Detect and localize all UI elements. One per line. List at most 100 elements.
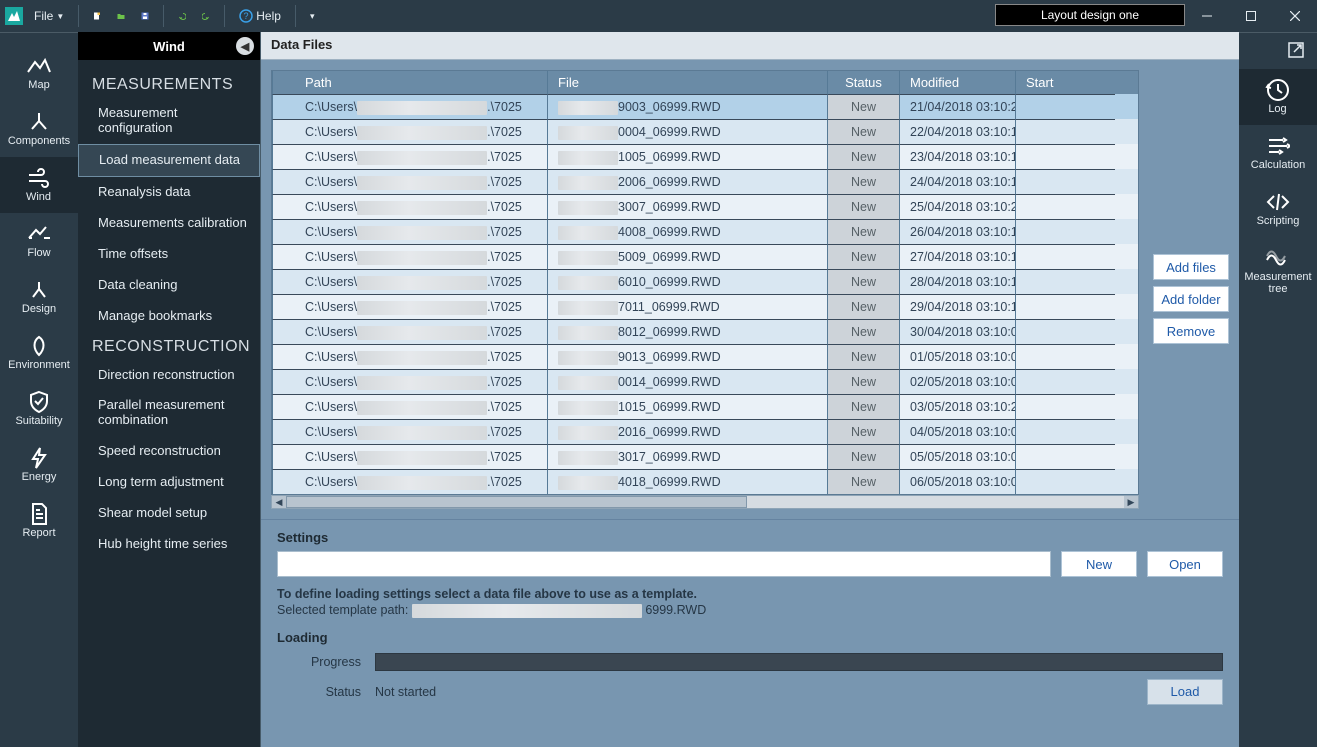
data-files-table: Path File Status Modified Start C:\Users… — [271, 70, 1139, 495]
add-files-button[interactable]: Add files — [1153, 254, 1229, 280]
table-row[interactable]: C:\Users\.\70251005_06999.RWDNew23/04/20… — [272, 144, 1138, 169]
side-item-meas-cal[interactable]: Measurements calibration — [78, 208, 260, 239]
table-body[interactable]: C:\Users\.\70259003_06999.RWDNew21/04/20… — [272, 94, 1138, 494]
loading-heading: Loading — [277, 630, 1223, 645]
file-menu[interactable]: File ▼ — [28, 6, 70, 26]
side-panel-header: Wind ◀ — [78, 32, 260, 60]
table-row[interactable]: C:\Users\.\70254018_06999.RWDNew06/05/20… — [272, 469, 1138, 494]
rail-item-report[interactable]: Report — [0, 493, 78, 549]
side-item-speed-recon[interactable]: Speed reconstruction — [78, 436, 260, 467]
rail-item-design[interactable]: Design — [0, 269, 78, 325]
side-item-dir-recon[interactable]: Direction reconstruction — [78, 360, 260, 391]
side-item-time-offsets[interactable]: Time offsets — [78, 239, 260, 270]
col-modified[interactable]: Modified — [899, 71, 1015, 94]
rail-item-flow[interactable]: Flow — [0, 213, 78, 269]
side-item-load-meas[interactable]: Load measurement data — [78, 144, 260, 177]
rail-item-label: Components — [8, 135, 70, 147]
rail-item-label: Suitability — [15, 415, 62, 427]
table-row[interactable]: C:\Users\.\70256010_06999.RWDNew28/04/20… — [272, 269, 1138, 294]
environment-icon — [25, 335, 53, 357]
save-icon[interactable] — [135, 6, 155, 26]
cell-status: New — [827, 394, 899, 419]
cell-status: New — [827, 169, 899, 194]
rail-item-suitability[interactable]: Suitability — [0, 381, 78, 437]
col-status[interactable]: Status — [827, 71, 899, 94]
cell-path: C:\Users\.\7025 — [272, 94, 547, 119]
pop-out-icon[interactable] — [1287, 41, 1309, 63]
rail-item-environment[interactable]: Environment — [0, 325, 78, 381]
collapse-panel-button[interactable]: ◀ — [236, 37, 254, 55]
scroll-thumb[interactable] — [286, 496, 747, 508]
scripting-icon — [1264, 191, 1292, 213]
window-maximize-button[interactable] — [1229, 0, 1273, 32]
cell-status: New — [827, 319, 899, 344]
cell-status: New — [827, 119, 899, 144]
open-folder-icon[interactable] — [111, 6, 131, 26]
side-item-hubts[interactable]: Hub height time series — [78, 529, 260, 560]
redo-icon[interactable] — [196, 6, 216, 26]
rail-item-map[interactable]: Map — [0, 45, 78, 101]
settings-open-button[interactable]: Open — [1147, 551, 1223, 577]
table-row[interactable]: C:\Users\.\70257011_06999.RWDNew29/04/20… — [272, 294, 1138, 319]
cell-status: New — [827, 144, 899, 169]
cell-modified: 30/04/2018 03:10:06 — [899, 319, 1015, 344]
cell-modified: 23/04/2018 03:10:14 — [899, 144, 1015, 169]
cell-modified: 06/05/2018 03:10:06 — [899, 469, 1015, 494]
rail-item-wind[interactable]: Wind — [0, 157, 78, 213]
col-file[interactable]: File — [547, 71, 827, 94]
side-item-reanalysis[interactable]: Reanalysis data — [78, 177, 260, 208]
table-row[interactable]: C:\Users\.\70251015_06999.RWDNew03/05/20… — [272, 394, 1138, 419]
table-row[interactable]: C:\Users\.\70254008_06999.RWDNew26/04/20… — [272, 219, 1138, 244]
side-item-shear[interactable]: Shear model setup — [78, 498, 260, 529]
scroll-left-icon[interactable]: ◀ — [272, 496, 286, 508]
table-row[interactable]: C:\Users\.\70253007_06999.RWDNew25/04/20… — [272, 194, 1138, 219]
window-minimize-button[interactable] — [1185, 0, 1229, 32]
side-item-par-meas[interactable]: Parallel measurement combination — [78, 390, 260, 436]
table-row[interactable]: C:\Users\.\70258012_06999.RWDNew30/04/20… — [272, 319, 1138, 344]
table-horizontal-scrollbar[interactable]: ◀ ▶ — [271, 495, 1139, 509]
new-file-icon[interactable] — [87, 6, 107, 26]
col-path[interactable]: Path — [272, 71, 547, 94]
map-icon — [25, 55, 53, 77]
window-close-button[interactable] — [1273, 0, 1317, 32]
remove-button[interactable]: Remove — [1153, 318, 1229, 344]
cell-path: C:\Users\.\7025 — [272, 144, 547, 169]
side-item-data-cleaning[interactable]: Data cleaning — [78, 270, 260, 301]
table-row[interactable]: C:\Users\.\70253017_06999.RWDNew05/05/20… — [272, 444, 1138, 469]
load-button[interactable]: Load — [1147, 679, 1223, 705]
table-row[interactable]: C:\Users\.\70252006_06999.RWDNew24/04/20… — [272, 169, 1138, 194]
help-menu[interactable]: ? Help — [233, 6, 287, 26]
right-rail-item-scripting[interactable]: Scripting — [1239, 181, 1317, 237]
col-start[interactable]: Start — [1015, 71, 1115, 94]
table-row[interactable]: C:\Users\.\70250014_06999.RWDNew02/05/20… — [272, 369, 1138, 394]
scroll-right-icon[interactable]: ▶ — [1124, 496, 1138, 508]
settings-new-button[interactable]: New — [1061, 551, 1137, 577]
module-side-panel: Wind ◀ MEASUREMENTSMeasurement configura… — [78, 32, 260, 747]
rail-item-energy[interactable]: Energy — [0, 437, 78, 493]
table-row[interactable]: C:\Users\.\70255009_06999.RWDNew27/04/20… — [272, 244, 1138, 269]
help-icon: ? — [239, 9, 253, 23]
undo-icon[interactable] — [172, 6, 192, 26]
right-rail-item-log[interactable]: Log — [1239, 69, 1317, 125]
report-icon — [25, 503, 53, 525]
table-row[interactable]: C:\Users\.\70252016_06999.RWDNew04/05/20… — [272, 419, 1138, 444]
side-item-lta[interactable]: Long term adjustment — [78, 467, 260, 498]
rail-item-label: Flow — [27, 247, 50, 259]
right-rail-item-calculation[interactable]: Calculation — [1239, 125, 1317, 181]
side-item-bookmarks[interactable]: Manage bookmarks — [78, 301, 260, 332]
side-item-meas-config[interactable]: Measurement configuration — [78, 98, 260, 144]
components-icon — [25, 111, 53, 133]
layout-name-field[interactable]: Layout design one — [995, 4, 1185, 26]
cell-file: 1015_06999.RWD — [547, 394, 827, 419]
cell-path: C:\Users\.\7025 — [272, 344, 547, 369]
right-rail-item-meas-tree[interactable]: Measurement tree — [1239, 237, 1317, 305]
cell-status: New — [827, 344, 899, 369]
qat-dropdown-icon[interactable]: ▾ — [304, 8, 321, 25]
add-folder-button[interactable]: Add folder — [1153, 286, 1229, 312]
table-row[interactable]: C:\Users\.\70250004_06999.RWDNew22/04/20… — [272, 119, 1138, 144]
cell-modified: 21/04/2018 03:10:20 — [899, 94, 1015, 119]
rail-item-components[interactable]: Components — [0, 101, 78, 157]
settings-path-input[interactable] — [277, 551, 1051, 577]
table-row[interactable]: C:\Users\.\70259003_06999.RWDNew21/04/20… — [272, 94, 1138, 119]
table-row[interactable]: C:\Users\.\70259013_06999.RWDNew01/05/20… — [272, 344, 1138, 369]
